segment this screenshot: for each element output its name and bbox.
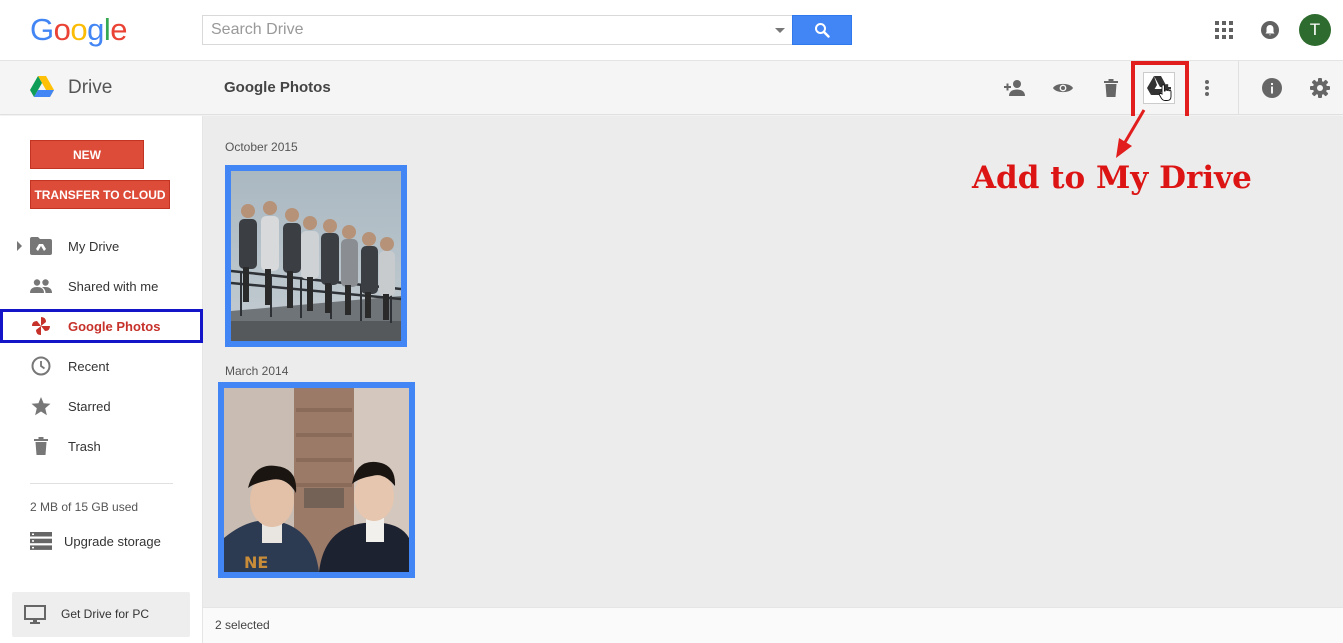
logo-letter: e	[110, 12, 128, 47]
eye-icon	[1053, 83, 1073, 93]
notifications-bell-icon[interactable]	[1261, 21, 1279, 39]
add-to-drive-icon	[1147, 76, 1172, 101]
annotation-arrow-icon	[1116, 109, 1146, 158]
get-drive-for-pc-button[interactable]: Get Drive for PC	[12, 592, 190, 637]
sidebar-divider	[30, 483, 173, 484]
search-input[interactable]	[203, 16, 763, 44]
folder-drive-icon	[30, 235, 52, 257]
logo-letter: g	[87, 12, 104, 47]
expand-arrow-icon[interactable]	[17, 241, 22, 251]
monitor-icon	[24, 605, 46, 630]
star-icon	[30, 395, 52, 417]
upgrade-storage-link[interactable]: Upgrade storage	[0, 524, 203, 558]
logo-letter: G	[30, 12, 54, 47]
upgrade-storage-label: Upgrade storage	[64, 533, 161, 549]
top-bar: Google T	[0, 0, 1343, 61]
photo-people-on-bridge	[231, 171, 401, 341]
logo-letter: o	[70, 12, 88, 47]
apps-grid-icon[interactable]	[1215, 21, 1233, 39]
trash-icon	[1104, 79, 1118, 97]
photo-thumbnail-selected[interactable]: NE	[218, 382, 415, 578]
annotation-label: Add to My Drive	[972, 160, 1252, 196]
sidebar-item-label: Starred	[68, 398, 111, 414]
sidebar-item-label: Trash	[68, 438, 101, 454]
annotation-selection-box	[0, 309, 203, 343]
page-title: Google Photos	[224, 79, 331, 96]
details-button[interactable]	[1258, 74, 1286, 102]
svg-text:NE: NE	[244, 553, 268, 572]
sidebar-item-starred[interactable]: Starred	[0, 389, 203, 423]
sidebar-item-label: Recent	[68, 358, 110, 374]
logo-letter: o	[53, 12, 71, 47]
photo-thumbnail-selected[interactable]	[225, 165, 407, 347]
storage-stack-icon	[30, 530, 52, 552]
toolbar-divider	[1238, 61, 1239, 115]
app-bar: Drive Google Photos	[0, 61, 1343, 124]
new-button[interactable]: NEW	[30, 140, 144, 169]
selection-count: 2 selected	[215, 618, 270, 632]
sidebar-item-trash[interactable]: Trash	[0, 429, 203, 463]
avatar[interactable]: T	[1299, 14, 1331, 46]
date-group-header: October 2015	[225, 140, 298, 154]
info-icon	[1262, 78, 1282, 98]
drive-label[interactable]: Drive	[68, 77, 112, 99]
more-actions-button[interactable]	[1193, 74, 1221, 102]
search-options-caret-icon[interactable]	[775, 28, 785, 33]
sidebar-item-my-drive[interactable]: My Drive	[0, 229, 203, 263]
search-box	[202, 15, 793, 45]
sidebar-item-shared-with-me[interactable]: Shared with me	[0, 269, 203, 303]
gear-icon	[1310, 78, 1330, 98]
get-drive-label: Get Drive for PC	[61, 607, 150, 621]
sidebar-item-recent[interactable]: Recent	[0, 349, 203, 383]
settings-button[interactable]	[1306, 74, 1334, 102]
sidebar: NEW TRANSFER TO CLOUD My Drive Shared wi…	[0, 116, 203, 643]
search-button[interactable]	[792, 15, 852, 45]
preview-button[interactable]	[1049, 74, 1077, 102]
transfer-to-cloud-button[interactable]: TRANSFER TO CLOUD	[30, 180, 170, 209]
add-to-my-drive-button[interactable]	[1143, 72, 1175, 104]
share-button[interactable]	[1001, 74, 1029, 102]
add-person-icon	[1004, 80, 1025, 96]
drive-logo-icon[interactable]	[30, 76, 54, 102]
trash-icon	[30, 435, 52, 457]
sidebar-item-label: My Drive	[68, 238, 120, 254]
sidebar-item-label: Shared with me	[68, 278, 159, 294]
people-icon	[30, 275, 52, 297]
remove-button[interactable]	[1097, 74, 1125, 102]
google-logo[interactable]: Google	[30, 12, 128, 48]
clock-icon	[30, 355, 52, 377]
search-icon	[815, 23, 830, 38]
storage-usage: 2 MB of 15 GB used	[30, 500, 139, 514]
more-vertical-icon	[1205, 80, 1209, 96]
date-group-header: March 2014	[225, 364, 289, 378]
photo-two-men: NE	[224, 388, 409, 572]
selection-status-bar: 2 selected	[203, 607, 1343, 643]
